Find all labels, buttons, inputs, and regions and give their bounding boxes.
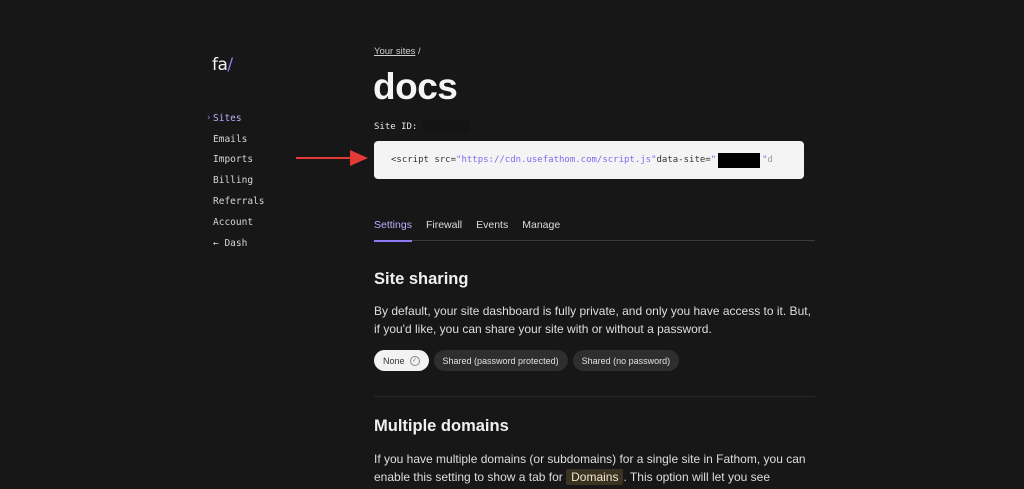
embed-code-snippet[interactable]: <script src= "https://cdn.usefathom.com/s… <box>374 141 804 179</box>
check-circle-icon: ✓ <box>409 355 420 366</box>
sidebar-item-label: ← Dash <box>213 237 248 249</box>
site-id-redacted-value <box>423 120 470 133</box>
sidebar-item-billing[interactable]: Billing <box>206 170 264 191</box>
sharing-option-password-protected[interactable]: Shared (password protected) <box>433 350 568 371</box>
sharing-option-none[interactable]: None ✓ <box>374 350 429 371</box>
domains-tab-highlight[interactable]: Domains <box>566 468 624 485</box>
page: fa/ › Sites Emails Imports Billing Refer… <box>0 0 1024 489</box>
chevron-right-icon: › <box>206 113 212 124</box>
multiple-domains-heading: Multiple domains <box>374 417 509 435</box>
sidebar-item-emails[interactable]: Emails <box>206 129 264 150</box>
sidebar-item-dash[interactable]: ← Dash <box>206 233 264 254</box>
sidebar-item-imports[interactable]: Imports <box>206 150 264 171</box>
sharing-option-label: None <box>383 355 405 366</box>
page-title: docs <box>373 66 458 107</box>
code-quote-open: " <box>710 155 717 165</box>
sharing-option-label: Shared (password protected) <box>442 355 559 366</box>
sharing-options: None ✓ Shared (password protected) Share… <box>374 350 680 371</box>
code-overflow-text: d <box>767 155 773 165</box>
tab-events[interactable]: Events <box>476 219 508 241</box>
settings-tabs: Settings Firewall Events Manage <box>374 219 815 242</box>
fathom-logo[interactable]: fa/ <box>212 55 233 75</box>
tab-firewall[interactable]: Firewall <box>426 219 462 241</box>
sharing-option-label: Shared (no password) <box>581 355 671 366</box>
logo-text: fa <box>212 55 228 75</box>
code-src-value: "https://cdn.usefathom.com/script.js" <box>456 155 657 165</box>
sidebar-item-label: Account <box>213 216 254 228</box>
sidebar-item-sites[interactable]: › Sites <box>206 108 264 129</box>
section-divider <box>374 396 815 397</box>
sidebar-item-account[interactable]: Account <box>206 212 264 233</box>
breadcrumb-separator: / <box>415 46 421 57</box>
sharing-option-no-password[interactable]: Shared (no password) <box>572 350 680 371</box>
sidebar-item-referrals[interactable]: Referrals <box>206 191 264 212</box>
red-arrow-annotation <box>296 150 368 166</box>
tab-manage[interactable]: Manage <box>522 219 560 241</box>
breadcrumb: Your sites / <box>374 46 421 57</box>
sidebar-item-label: Referrals <box>213 196 265 208</box>
breadcrumb-link-your-sites[interactable]: Your sites <box>374 46 415 57</box>
code-redacted-site-id <box>718 152 761 168</box>
sidebar-item-label: Imports <box>213 154 254 166</box>
logo-slash: / <box>227 55 233 75</box>
code-attr: data-site= <box>656 155 711 165</box>
multiple-domains-description: If you have multiple domains (or subdoma… <box>374 451 819 486</box>
sidebar-item-label: Billing <box>213 175 254 187</box>
sidebar-nav: › Sites Emails Imports Billing Referrals… <box>206 108 264 254</box>
site-id-row: Site ID: <box>374 120 470 133</box>
sidebar-item-label: Sites <box>213 112 242 124</box>
sidebar-item-label: Emails <box>213 133 248 145</box>
tab-settings[interactable]: Settings <box>374 219 412 242</box>
site-id-label: Site ID: <box>374 121 418 132</box>
code-tag: <script src= <box>391 155 457 165</box>
domains-text-after: . This option will let you see <box>623 469 771 484</box>
site-sharing-heading: Site sharing <box>374 270 469 288</box>
site-sharing-description: By default, your site dashboard is fully… <box>374 304 811 336</box>
